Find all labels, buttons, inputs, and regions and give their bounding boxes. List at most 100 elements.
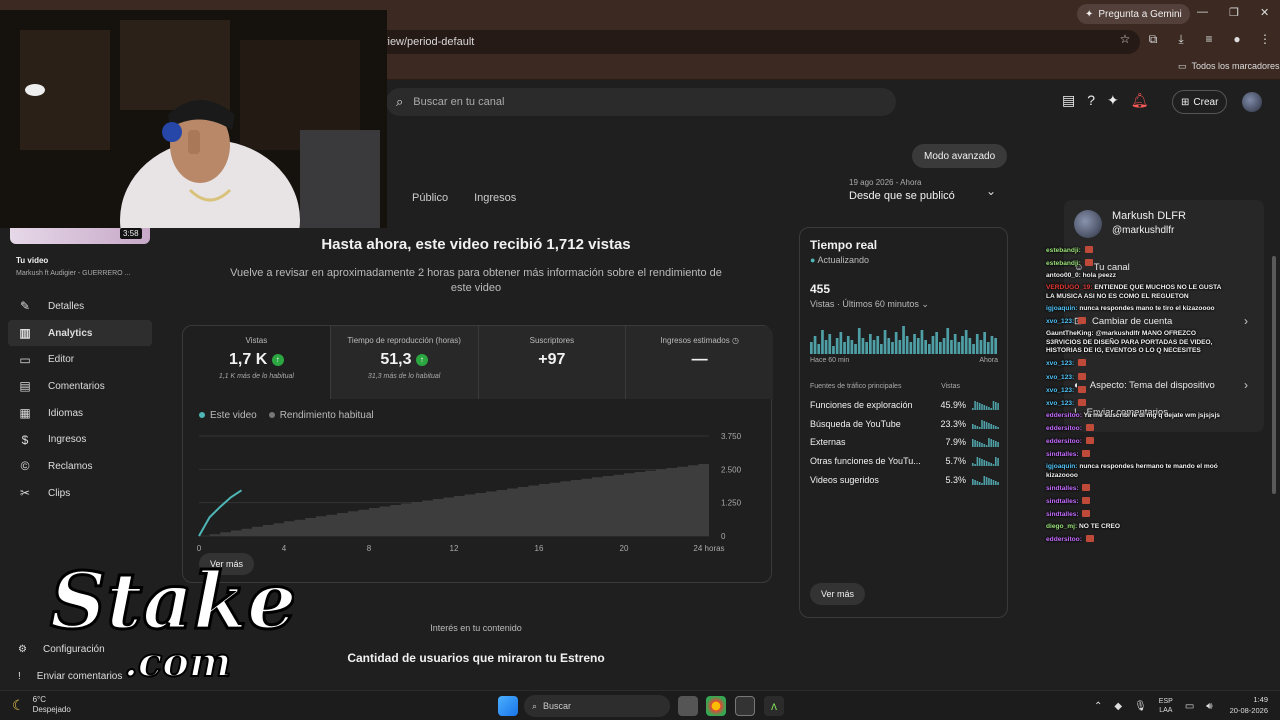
emote-icon [1085,535,1094,543]
download-icon[interactable]: ⤓ [1174,32,1188,47]
metric-revenue[interactable]: Ingresos estimados ◷ — [626,326,773,399]
windows-start-icon[interactable] [498,696,518,716]
stream-chat-overlay: estebandji: estebandji: antoo00_0: hola … [1046,246,1226,548]
table-row[interactable]: Videos sugeridos 5.3% [810,470,1000,489]
chat-username: eddersitoo: [1046,438,1082,445]
metric-watch-time[interactable]: Tiempo de reproducción (horas) 51,3 ↑ 31… [330,326,479,399]
minimize-icon[interactable]: — [1197,6,1208,18]
spark-bar [898,340,902,354]
table-row[interactable]: Externas 7.9% [810,433,1000,452]
address-bar[interactable]: view/period-default [370,30,1140,54]
advanced-mode-button[interactable]: Modo avanzado [912,144,1008,168]
subtitles-icon: ▦ [19,406,31,421]
sidebar-item-clips[interactable]: ✂ Clips [8,480,152,507]
maximize-icon[interactable]: ❐ [1229,6,1239,19]
all-bookmarks[interactable]: ▭ Todos los marcadores [1178,61,1280,72]
microphone-icon[interactable]: 🎙︎ [1134,701,1147,712]
video-title: Markush ft Audigier - GUERRERO ... [16,270,131,277]
claims-icon: © [20,459,30,474]
chat-message: estebandji: [1046,246,1226,256]
spark-bar [894,332,898,354]
sidebar-item-analytics[interactable]: ▥ Analytics [8,319,152,347]
sidebar-item-editor[interactable]: ▭ Editor [8,346,152,373]
spark-bar [939,342,942,354]
network-icon[interactable]: ▭ [1185,701,1194,712]
spark-bar [891,342,894,354]
volume-icon[interactable]: 🔊︎ [1206,701,1212,712]
app-icon[interactable]: ʌ [764,696,784,716]
bookmark-star-icon[interactable]: ☆ [1118,32,1132,47]
mini-bar [985,476,988,485]
scrollbar[interactable] [1272,256,1276,494]
spark-bar [857,328,861,354]
create-button[interactable]: ⊞ Crear [1172,90,1228,114]
emote-icon [1085,423,1094,431]
metric-value: +97 [538,351,566,368]
gemini-button[interactable]: ✦ Pregunta a Gemini [1077,4,1190,24]
obs-icon[interactable] [735,696,755,716]
tab-revenue[interactable]: Ingresos [474,192,516,204]
emote-icon [1085,437,1094,444]
spark-bar [854,344,857,354]
see-more-label: Ver más [821,589,855,599]
metric-subscribers[interactable]: Suscriptores +97 [478,326,627,399]
tray-app-icon[interactable]: ◆ [1114,701,1122,712]
mini-sparkline [972,475,999,485]
metric-views[interactable]: Vistas 1,7 K ↑ 1,1 K más de lo habitual [183,326,331,399]
menu-icon[interactable]: ⋮ [1258,32,1272,47]
sidebar-item-comments[interactable]: ▤ Comentarios [8,373,152,400]
sidebar-item-label: Ingresos [48,434,87,446]
mini-bar [997,403,999,411]
sidebar-item-claims[interactable]: © Reclamos [8,453,152,480]
task-view-icon[interactable] [678,696,698,716]
mini-bar [988,462,990,467]
chrome-icon[interactable] [706,696,726,716]
sparkle-icon[interactable]: ✦ [1107,92,1119,109]
y-tick-label: 1.250 [721,499,742,508]
y-tick-label: 3.750 [721,432,742,441]
realtime-period[interactable]: Vistas · Últimos 60 minutos ⌄ [810,299,929,310]
help-icon[interactable]: ? [1087,92,1095,109]
mini-bar [997,426,999,429]
mini-bar [985,421,988,429]
mini-bar [974,424,976,429]
sidebar-item-languages[interactable]: ▦ Idiomas [8,400,152,427]
weather-widget[interactable]: ☾ 6°C Despejado [12,695,71,715]
close-icon[interactable]: ✕ [1260,6,1269,19]
table-row[interactable]: Funciones de exploración 45.9% [810,396,1000,415]
folder-icon: ▭ [1178,61,1187,71]
reading-list-icon[interactable]: ≡ [1202,32,1216,47]
source-name: Funciones de exploración [810,400,913,411]
chat-username: eddersitoo: [1046,424,1082,432]
table-row[interactable]: Búsqueda de YouTube 23.3% [810,415,1000,434]
avatar[interactable] [1242,92,1262,112]
extensions-icon[interactable]: ⧉ [1146,32,1160,47]
language-indicator[interactable]: ESP LAA [1159,697,1173,715]
tab-audience[interactable]: Público [412,192,448,204]
profile-icon[interactable]: ● [1230,32,1244,47]
notifications-icon[interactable]: 🔔︎ [1131,92,1149,109]
realtime-see-more-button[interactable]: Ver más [810,583,866,605]
x-tick-label: 16 [535,544,544,553]
emote-icon [1078,372,1087,380]
sidebar-item-earn[interactable]: $ Ingresos [8,426,152,453]
series-habitual-area [199,462,709,536]
channel-search-input[interactable]: ⌕ Buscar en tu canal [386,88,896,116]
chevron-down-icon[interactable]: ⌄ [986,184,996,198]
table-row[interactable]: Otras funciones de YouTu... 5.7% [810,452,1000,471]
all-bookmarks-label: Todos los marcadores [1191,61,1280,71]
messages-icon[interactable]: ▤ [1062,92,1075,109]
chat-message: igjoaquin: nunca respondes mano te tiro … [1046,305,1226,314]
chevron-up-icon[interactable]: ⌃ [1094,701,1102,712]
sidebar-item-details[interactable]: ✎ Detalles [8,293,152,320]
url-text: view/period-default [382,36,475,48]
x-tick-label: 24 horas [693,544,724,553]
taskbar-search[interactable]: ⌕ Buscar [524,695,670,717]
mini-bar [978,458,981,467]
period-selector[interactable]: 19 ago 2026 - Ahora Desde que se publicó [849,178,955,202]
clock[interactable]: 1:49 20-08-2026 [1222,694,1268,716]
chat-message: eddersitoo: [1046,423,1226,434]
chart-legend: Este video Rendimiento habitual [199,410,374,421]
sidebar-nav: ✎ Detalles ▥ Analytics ▭ Editor ▤ Comentario… [8,293,152,507]
axis-start: Hace 60 min [810,357,850,364]
